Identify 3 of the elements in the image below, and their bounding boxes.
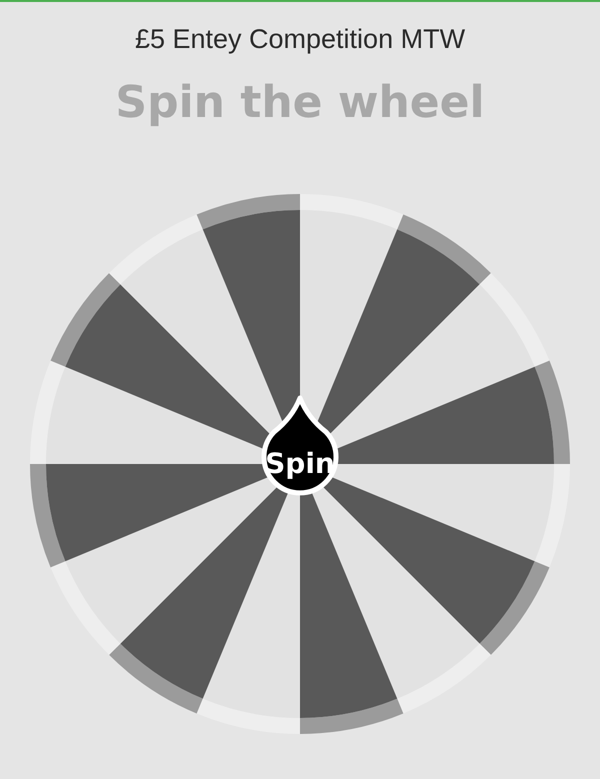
spin-button[interactable]: Spin [262, 396, 338, 496]
page-title: £5 Entey Competition MTW [134, 24, 466, 55]
wheel-heading: Spin the wheel [115, 77, 485, 128]
